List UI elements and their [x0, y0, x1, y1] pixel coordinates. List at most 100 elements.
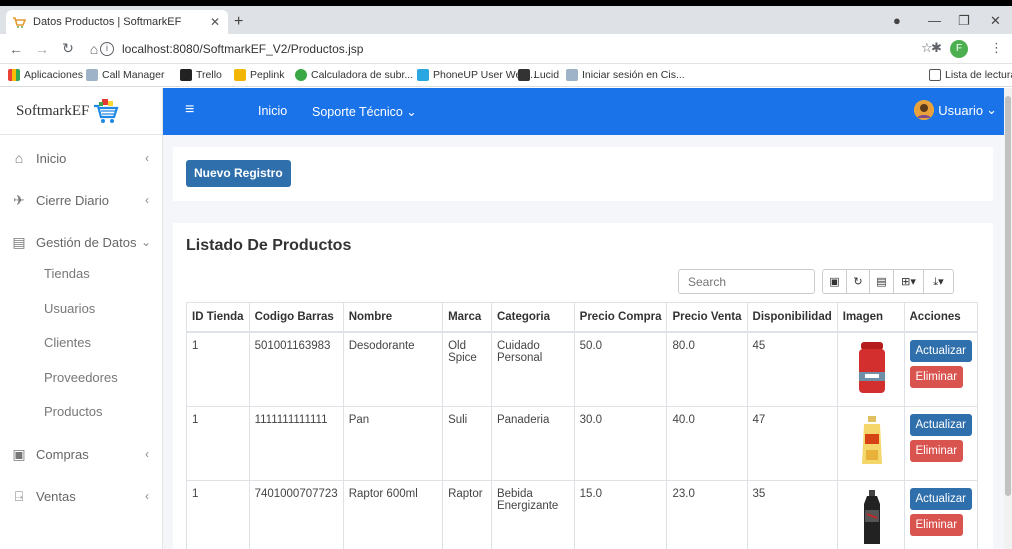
column-header[interactable]: Disponibilidad: [746, 302, 838, 333]
sidebar: SoftmarkEF ⌂ Inicio ‹ ✈ Cierre Diario ‹ …: [0, 88, 163, 549]
brand-logo[interactable]: SoftmarkEF: [0, 88, 162, 135]
sidebar-subitem-proveedores[interactable]: Proveedores: [44, 370, 118, 385]
forward-icon[interactable]: →: [32, 41, 52, 57]
tab-close-icon[interactable]: ✕: [208, 15, 222, 29]
hamburger-menu-icon[interactable]: ≡: [185, 101, 194, 119]
export-icon[interactable]: ⤓▾: [923, 269, 954, 294]
user-menu[interactable]: Usuario ⌄: [914, 100, 997, 120]
page-scrollbar[interactable]: [1004, 88, 1012, 549]
table-row: 1 501001163983 Desodorante Old Spice Cui…: [186, 331, 978, 407]
apps-grid-icon: [8, 69, 20, 81]
sidebar-item-compras[interactable]: ▣ Compras ‹: [0, 439, 163, 469]
update-button[interactable]: Actualizar: [909, 487, 972, 510]
toggle-icon[interactable]: ▣: [822, 269, 847, 294]
column-header[interactable]: Categoria: [490, 302, 575, 333]
bookmark-item[interactable]: Iniciar sesión en Cis...: [566, 69, 685, 81]
cell-acciones: Actualizar Eliminar: [903, 405, 978, 481]
cell-nombre: Pan: [342, 405, 444, 481]
bookmark-item[interactable]: Peplink: [234, 69, 284, 81]
bookmark-item[interactable]: Lucid: [518, 69, 559, 81]
profile-avatar[interactable]: F: [950, 40, 968, 58]
delete-button[interactable]: Eliminar: [909, 365, 964, 388]
main-content: Nuevo Registro Listado De Productos ▣ ↻ …: [163, 135, 1004, 549]
column-header[interactable]: Imagen: [836, 302, 905, 333]
cell-codigo-barras: 7401000707723: [248, 479, 344, 549]
energy-drink-product-image: [863, 489, 880, 544]
brand-name: SoftmarkEF: [16, 102, 90, 119]
sidebar-subitem-tiendas[interactable]: Tiendas: [44, 266, 90, 281]
bookmark-item[interactable]: Call Manager: [86, 69, 164, 81]
restore-icon[interactable]: ❐: [958, 13, 970, 29]
chevron-down-icon: ⌄: [986, 102, 997, 117]
products-table: ID Tienda Codigo Barras Nombre Marca Cat…: [186, 302, 978, 549]
cisco-icon: [566, 69, 578, 81]
cell-precio-compra: 50.0: [573, 331, 668, 407]
column-header[interactable]: ID Tienda: [186, 302, 250, 333]
cell-nombre: Raptor 600ml: [342, 479, 444, 549]
sidebar-item-cierre-diario[interactable]: ✈ Cierre Diario ‹: [0, 185, 163, 215]
call-manager-icon: [86, 69, 98, 81]
cell-disponibilidad: 45: [746, 331, 838, 407]
shopping-cart-icon: [94, 99, 119, 123]
nav-inicio[interactable]: Inicio: [258, 104, 287, 118]
sidebar-subitem-usuarios[interactable]: Usuarios: [44, 301, 95, 316]
search-input[interactable]: [678, 269, 815, 294]
cell-precio-compra: 15.0: [573, 479, 668, 549]
refresh-icon[interactable]: ↻: [846, 269, 870, 294]
delete-button[interactable]: Eliminar: [909, 513, 964, 536]
reload-icon[interactable]: ↻: [58, 40, 78, 57]
scrollbar-thumb[interactable]: [1005, 96, 1011, 496]
profile-dot-icon[interactable]: ●: [893, 13, 901, 28]
reading-list[interactable]: Lista de lectura: [929, 69, 1012, 81]
column-header[interactable]: Marca: [442, 302, 492, 333]
cell-nombre: Desodorante: [342, 331, 444, 407]
bookmarks-bar: Aplicaciones Call Manager Trello Peplink…: [0, 64, 1012, 87]
toggle-view-icon[interactable]: ▤: [869, 269, 894, 294]
cell-precio-venta: 23.0: [666, 479, 748, 549]
rocket-icon: ✈: [13, 191, 25, 208]
address-bar[interactable]: i localhost:8080/SoftmarkEF_V2/Productos…: [100, 37, 920, 61]
cell-categoria: Panaderia: [490, 405, 575, 481]
sidebar-item-inicio[interactable]: ⌂ Inicio ‹: [0, 143, 163, 173]
column-header[interactable]: Codigo Barras: [248, 302, 344, 333]
bookmark-item[interactable]: Calculadora de subr...: [295, 69, 413, 81]
sidebar-item-gestion-datos[interactable]: ▤ Gestión de Datos ⌄: [0, 227, 163, 257]
bookmark-item[interactable]: Trello: [180, 69, 222, 81]
table-row: 1 7401000707723 Raptor 600ml Raptor Bebi…: [186, 479, 978, 549]
column-header[interactable]: Nombre: [342, 302, 444, 333]
chevron-left-icon: ‹: [145, 489, 149, 503]
cell-precio-venta: 80.0: [666, 331, 748, 407]
column-header[interactable]: Precio Venta: [666, 302, 748, 333]
actions-card: Nuevo Registro: [173, 147, 993, 201]
back-icon[interactable]: ←: [6, 41, 26, 57]
chevron-down-icon: ⌄: [406, 105, 417, 119]
column-header[interactable]: Acciones: [903, 302, 978, 333]
new-tab-icon[interactable]: +: [234, 13, 243, 31]
calculator-icon: [295, 69, 307, 81]
puzzle-icon[interactable]: ✱: [931, 40, 942, 56]
new-record-button[interactable]: Nuevo Registro: [186, 160, 291, 187]
chevron-left-icon: ‹: [145, 151, 149, 165]
sidebar-item-ventas[interactable]: ⍈ Ventas ‹: [0, 481, 163, 511]
update-button[interactable]: Actualizar: [909, 339, 972, 362]
columns-icon[interactable]: ⊞▾: [893, 269, 924, 294]
cell-marca: Suli: [442, 405, 492, 481]
browser-tab[interactable]: Datos Productos | SoftmarkEF ✕: [6, 10, 228, 34]
sidebar-subitem-clientes[interactable]: Clientes: [44, 335, 91, 350]
menu-dots-icon[interactable]: ⋮: [990, 40, 1003, 56]
update-button[interactable]: Actualizar: [909, 413, 972, 436]
cell-disponibilidad: 47: [746, 405, 838, 481]
sidebar-subitem-productos[interactable]: Productos: [44, 404, 103, 419]
site-info-icon[interactable]: i: [100, 42, 114, 56]
cell-categoria: Bebida Energizante: [490, 479, 575, 549]
list-title: Listado De Productos: [186, 237, 352, 254]
bookmark-item[interactable]: Aplicaciones: [8, 69, 83, 81]
nav-soporte-tecnico[interactable]: Soporte Técnico ⌄: [312, 104, 417, 119]
document-icon: ▤: [12, 233, 26, 250]
cell-marca: Old Spice: [442, 331, 492, 407]
minimize-icon[interactable]: —: [928, 13, 941, 28]
window-close-icon[interactable]: ✕: [990, 13, 1001, 29]
phoneup-icon: [417, 69, 429, 81]
delete-button[interactable]: Eliminar: [909, 439, 964, 462]
column-header[interactable]: Precio Compra: [573, 302, 668, 333]
